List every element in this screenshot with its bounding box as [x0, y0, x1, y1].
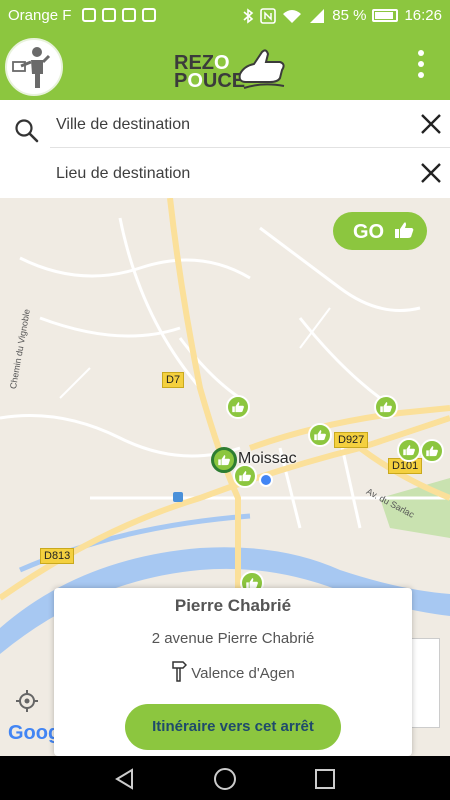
stop-city-row: Valence d'Agen — [54, 660, 412, 682]
hitchhiker-person-icon — [12, 47, 51, 88]
profile-button[interactable] — [5, 38, 63, 96]
stop-pin[interactable] — [308, 423, 332, 447]
back-icon[interactable] — [112, 766, 138, 792]
bluetooth-icon — [243, 7, 254, 24]
stop-pin[interactable] — [233, 464, 257, 488]
thumb-up-icon — [403, 445, 415, 456]
go-button[interactable]: GO — [333, 212, 427, 250]
zoom-controls[interactable] — [410, 638, 440, 728]
stop-address: 2 avenue Pierre Chabrié — [151, 630, 315, 647]
stop-city: Valence d'Agen — [191, 665, 295, 682]
thumb-up-icon — [395, 222, 414, 238]
location-icon — [82, 8, 96, 22]
thumb-up-icon — [426, 446, 438, 457]
thumb-car-logo-icon — [238, 49, 285, 89]
route-to-stop-button[interactable]: Itinéraire vers cet arrêt — [125, 704, 341, 750]
carrier-name: Orange F — [8, 7, 72, 24]
stop-pin[interactable] — [397, 438, 421, 462]
android-nav-bar — [0, 756, 450, 800]
battery-percent: 85 % — [332, 7, 367, 24]
recents-icon[interactable] — [312, 766, 338, 792]
destination-place-field[interactable]: Lieu de destination — [50, 149, 450, 197]
bus-stop-icon — [173, 492, 183, 502]
signal-icon — [310, 8, 325, 23]
search-icon — [15, 119, 39, 143]
system-icons: 85 % 16:26 — [242, 7, 442, 24]
thumb-up-icon — [218, 455, 230, 466]
wifi-icon — [283, 9, 302, 23]
stop-info-card: Pierre Chabrié 2 avenue Pierre Chabrié V… — [54, 588, 412, 756]
more-vert-icon[interactable] — [416, 50, 426, 82]
stop-pin[interactable] — [420, 439, 444, 463]
close-icon[interactable] — [419, 112, 443, 136]
go-label: GO — [353, 221, 385, 243]
thumb-up-icon — [232, 402, 244, 413]
nfc-icon — [260, 7, 277, 24]
clock: 16:26 — [404, 7, 442, 24]
destination-city-field[interactable]: Ville de destination — [50, 100, 450, 148]
rezo-pouce-logo: REZO POUCE — [172, 40, 292, 96]
thumb-up-icon — [380, 402, 392, 413]
search-panel: Ville de destination Lieu de destination — [0, 100, 450, 198]
gmail-icon — [122, 8, 136, 22]
thumb-up-icon — [314, 430, 326, 441]
road-label-d813: D813 — [40, 548, 75, 564]
thumb-up-icon — [239, 471, 251, 482]
selected-stop-pin[interactable] — [211, 447, 237, 473]
battery-icon — [372, 9, 399, 22]
health-icon — [102, 8, 116, 22]
destination-city-placeholder: Ville de destination — [56, 116, 191, 133]
stop-pin[interactable] — [226, 395, 250, 419]
road-label-d927: D927 — [334, 432, 369, 448]
notification-icons — [82, 8, 156, 22]
destination-place-placeholder: Lieu de destination — [56, 165, 191, 182]
stop-name: Pierre Chabrié — [174, 596, 292, 615]
signpost-icon — [172, 661, 188, 682]
home-icon[interactable] — [212, 766, 238, 792]
close-icon[interactable] — [419, 161, 443, 185]
status-bar: Orange F 85 % 16:26 — [0, 0, 450, 32]
app-bar: REZO POUCE — [0, 32, 450, 100]
gallery-icon — [142, 8, 156, 22]
locate-icon[interactable] — [14, 688, 40, 714]
road-label-d7: D7 — [162, 372, 185, 388]
stop-pin[interactable] — [374, 395, 398, 419]
my-location-dot — [259, 473, 273, 487]
